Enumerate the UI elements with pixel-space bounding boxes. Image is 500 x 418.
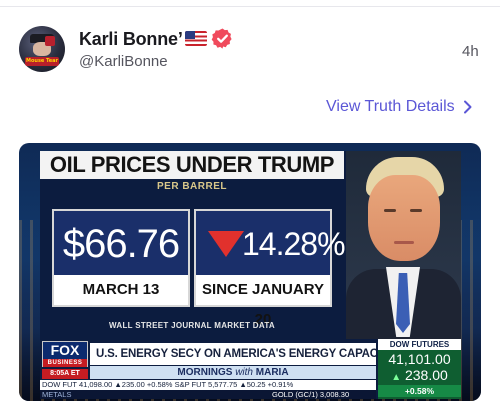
network-logo: FOX BUSINESS bbox=[42, 341, 88, 367]
author-name[interactable]: Karli Bonne’ bbox=[79, 29, 183, 50]
author-avatar[interactable]: Mouse Tear bbox=[19, 26, 65, 72]
show-name: MORNINGS with MARIA bbox=[90, 366, 376, 379]
up-arrow-icon: ▲ bbox=[391, 372, 402, 383]
change-label: SINCE JANUARY 20 bbox=[196, 275, 330, 328]
top-divider bbox=[0, 6, 500, 7]
view-truth-details-link[interactable]: View Truth Details bbox=[326, 98, 473, 116]
metals-label: METALS bbox=[42, 390, 72, 399]
down-arrow-icon bbox=[208, 231, 244, 257]
post-timestamp[interactable]: 4h bbox=[462, 43, 479, 60]
author-handle[interactable]: @KarliBonne bbox=[79, 53, 168, 70]
news-headline: U.S. ENERGY SECY ON AMERICA'S ENERGY CAP… bbox=[90, 343, 376, 365]
network-logo-sub: BUSINESS bbox=[43, 359, 87, 367]
graphic-title: OIL PRICES UNDER TRUMP bbox=[49, 152, 335, 177]
portrait-photo bbox=[346, 151, 461, 339]
change-box: 14.28% SINCE JANUARY 20 bbox=[194, 209, 346, 328]
data-source-label: WALL STREET JOURNAL MARKET DATA bbox=[108, 321, 276, 330]
change-value: 14.28% bbox=[242, 226, 346, 262]
avatar-tag: Mouse Tear bbox=[25, 57, 59, 66]
price-box: $66.76 MARCH 13 bbox=[52, 209, 190, 307]
market-ticker: DOW FUT 41,098.00 ▲235.00 +0.58% S&P FUT… bbox=[40, 380, 376, 390]
post-media-image[interactable]: OIL PRICES UNDER TRUMP PER BARREL $66.76… bbox=[19, 143, 481, 401]
verified-badge-icon bbox=[211, 28, 232, 49]
gold-price: GOLD (GC/1) 3,008.30 bbox=[272, 390, 350, 399]
network-logo-text: FOX bbox=[50, 342, 80, 358]
news-ticker: FOX BUSINESS 8:05A ET U.S. ENERGY SECY O… bbox=[40, 339, 461, 399]
dow-change: ▲ 238.00 bbox=[391, 367, 448, 384]
dow-value: 41,101.00 bbox=[388, 351, 451, 367]
view-truth-details-label: View Truth Details bbox=[326, 98, 455, 115]
metals-ticker: METALS GOLD (GC/1) 3,008.30 bbox=[40, 390, 376, 399]
graphic-title-bar: OIL PRICES UNDER TRUMP bbox=[40, 151, 344, 179]
dow-header: DOW FUTURES bbox=[378, 339, 461, 350]
avatar-flag-shape bbox=[45, 36, 55, 46]
tv-screen: OIL PRICES UNDER TRUMP PER BARREL $66.76… bbox=[40, 151, 461, 399]
price-value: $66.76 bbox=[62, 222, 180, 266]
dow-percent: +0.58% bbox=[378, 385, 461, 397]
chevron-right-icon bbox=[463, 100, 472, 114]
dow-futures-box: DOW FUTURES 41,101.00 ▲ 238.00 +0.58% bbox=[378, 339, 461, 399]
us-flag-icon bbox=[185, 31, 207, 46]
broadcast-time: 8:05A ET bbox=[42, 369, 88, 379]
price-date-label: MARCH 13 bbox=[54, 275, 188, 305]
graphic-subtitle: PER BARREL bbox=[156, 181, 227, 192]
